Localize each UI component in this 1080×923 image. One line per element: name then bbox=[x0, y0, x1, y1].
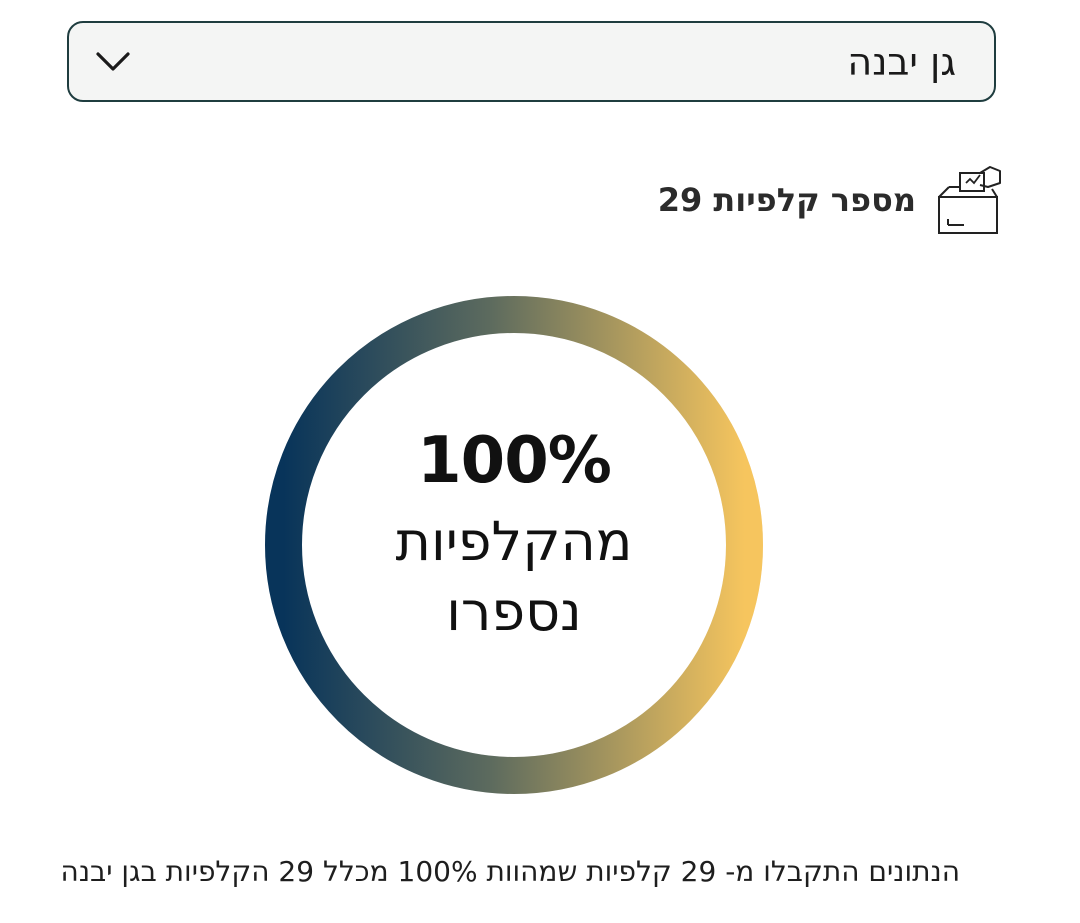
stations-count-row: מספר קלפיות 29 bbox=[658, 160, 1002, 240]
ballot-box-icon bbox=[938, 166, 1001, 234]
counted-percent: 100% bbox=[417, 423, 612, 498]
stations-count-label: מספר קלפיות 29 bbox=[657, 181, 916, 219]
location-select-value: גן יבנה bbox=[847, 39, 956, 84]
data-summary-text: הנתונים התקבלו מ- 29 קלפיות שמהוות 100% … bbox=[60, 855, 960, 888]
counted-progress-ring: 100% מהקלפיות נספרו bbox=[265, 296, 763, 794]
counted-caption: מהקלפיות נספרו bbox=[395, 509, 633, 643]
location-select[interactable]: גן יבנה bbox=[67, 21, 996, 102]
chevron-down-icon bbox=[96, 51, 130, 71]
